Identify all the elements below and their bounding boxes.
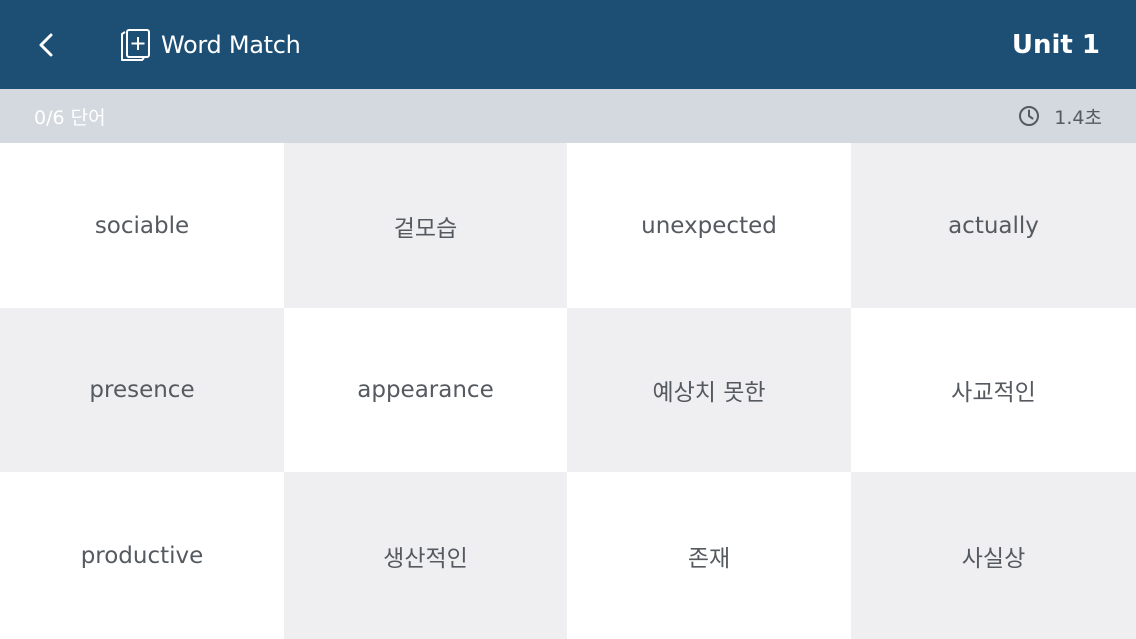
match-card[interactable]: 예상치 못한	[567, 308, 851, 472]
app-brand: Word Match	[119, 26, 301, 64]
match-card[interactable]: presence	[0, 308, 284, 472]
chevron-left-icon	[36, 31, 56, 59]
match-card[interactable]: 겉모습	[284, 143, 567, 308]
status-bar: 0/6 단어 1.4초	[0, 89, 1136, 143]
app-title: Word Match	[161, 31, 301, 59]
match-card[interactable]: unexpected	[567, 143, 851, 308]
match-card[interactable]: 사실상	[851, 472, 1136, 639]
match-card[interactable]: 사교적인	[851, 308, 1136, 472]
card-grid: sociable 겉모습 unexpected actually presenc…	[0, 143, 1136, 639]
match-card[interactable]: productive	[0, 472, 284, 639]
unit-label: Unit 1	[1011, 30, 1100, 60]
match-card[interactable]: sociable	[0, 143, 284, 308]
app-header: Word Match Unit 1	[0, 0, 1136, 89]
timer: 1.4초	[1018, 103, 1102, 130]
match-card[interactable]: 존재	[567, 472, 851, 639]
timer-value: 1.4초	[1054, 106, 1102, 129]
word-match-screen: Word Match Unit 1 0/6 단어 1.4초 sociable 겉…	[0, 0, 1136, 639]
match-card[interactable]: appearance	[284, 308, 567, 472]
match-card[interactable]: 생산적인	[284, 472, 567, 639]
flashcard-add-icon	[119, 27, 153, 63]
progress-counter: 0/6 단어	[34, 106, 106, 129]
clock-icon	[1018, 105, 1040, 127]
back-button[interactable]	[28, 26, 64, 64]
match-card[interactable]: actually	[851, 143, 1136, 308]
